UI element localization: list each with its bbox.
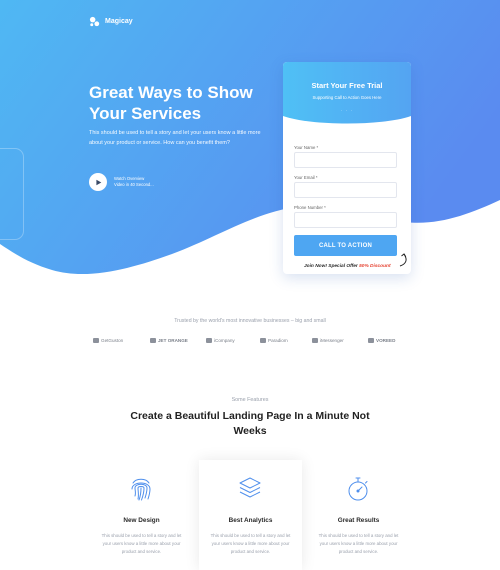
offer-text: Join Now! Special Offer <box>304 264 358 269</box>
trusted-by-text: Trusted by the world's most innovative b… <box>174 318 326 324</box>
fingerprint-icon <box>131 478 151 501</box>
signup-form-card: Start Your Free Trial Supporting Call to… <box>283 62 411 274</box>
form-title: Start Your Free Trial <box>311 81 383 90</box>
email-field-label: Your Email * <box>294 175 318 180</box>
brand-logo-paradiom: Paradiom <box>260 338 288 343</box>
phone-field[interactable] <box>294 212 397 228</box>
watch-video-link[interactable]: Watch Overview Video in 40 Second... <box>89 173 154 191</box>
email-field[interactable] <box>294 182 397 198</box>
imessenger-logo-icon <box>312 338 318 343</box>
hero-description: This should be used to tell a story and … <box>89 130 261 146</box>
brand-logos: GetGuston JET ORANGE iCompany Paradiom i… <box>88 338 408 350</box>
feature-name: New Design <box>123 517 160 524</box>
feature-name: Best Analytics <box>228 517 273 524</box>
form-header: Start Your Free Trial Supporting Call to… <box>283 62 411 124</box>
phone-outline-decoration <box>0 148 24 240</box>
layers-icon <box>239 477 261 498</box>
feature-description: This should be used to tell a story and … <box>101 533 182 554</box>
name-field[interactable] <box>294 152 397 168</box>
feature-name: Great Results <box>337 517 380 524</box>
feature-card-best-analytics: Best Analytics This should be used to te… <box>199 460 302 570</box>
features-kicker: Some Features <box>231 397 269 403</box>
call-to-action-button[interactable]: CALL TO ACTION <box>294 235 397 256</box>
feature-card-new-design: New Design This should be used to tell a… <box>90 460 193 570</box>
brand-logo-voreed: VOREED <box>368 338 395 343</box>
brand-logo[interactable]: Magicay <box>89 16 133 27</box>
brand-logo-label: iMessenger <box>320 338 344 343</box>
features-title: Create a Beautiful Landing Page In a Min… <box>130 410 370 437</box>
form-subtitle: Supporting Call to Action Goes Here <box>312 95 382 100</box>
feature-description: This should be used to tell a story and … <box>318 533 399 554</box>
video-cta-line2: Video in 40 Second... <box>114 182 154 187</box>
offer-discount: 50% Discount <box>359 264 391 269</box>
play-button[interactable] <box>89 173 107 191</box>
getguston-logo-icon <box>93 338 99 343</box>
magicay-logo-icon <box>89 16 100 27</box>
brand-logo-label: iCompany <box>214 338 235 343</box>
brand-name: Magicay <box>105 18 133 25</box>
brand-logo-label: GetGuston <box>101 338 124 343</box>
brand-logo-getguston: GetGuston <box>93 338 123 343</box>
hero-section: Magicay Great Ways to Show Your Services… <box>0 0 500 285</box>
play-icon <box>96 179 102 185</box>
special-offer-text: Join Now! Special Offer 50% Discount <box>304 264 391 269</box>
phone-field-label: Phone Number * <box>294 205 326 210</box>
form-header-background <box>283 62 411 124</box>
brand-logo-label: Paradiom <box>268 338 288 343</box>
brand-logo-icompany: iCompany <box>206 338 235 343</box>
name-field-label: Your Name * <box>294 145 319 150</box>
curved-arrow-icon <box>399 253 407 267</box>
feature-description: This should be used to tell a story and … <box>210 533 291 554</box>
voreed-logo-icon <box>368 338 374 343</box>
brand-logo-label: VOREED <box>376 338 396 343</box>
brand-logo-jetorange: JET ORANGE <box>150 338 188 343</box>
icompany-logo-icon <box>206 338 212 343</box>
feature-card-great-results: Great Results This should be used to tel… <box>307 460 410 570</box>
form-dots-decoration: · · · <box>340 108 354 114</box>
jetorange-logo-icon <box>150 338 156 343</box>
video-cta-text: Watch Overview Video in 40 Second... <box>114 176 154 189</box>
stopwatch-icon <box>348 477 368 501</box>
paradiom-logo-icon <box>260 338 266 343</box>
brand-logo-imessenger: iMessenger <box>312 338 344 343</box>
hero-title: Great Ways to Show Your Services <box>89 83 253 123</box>
brand-logo-label: JET ORANGE <box>158 338 188 343</box>
